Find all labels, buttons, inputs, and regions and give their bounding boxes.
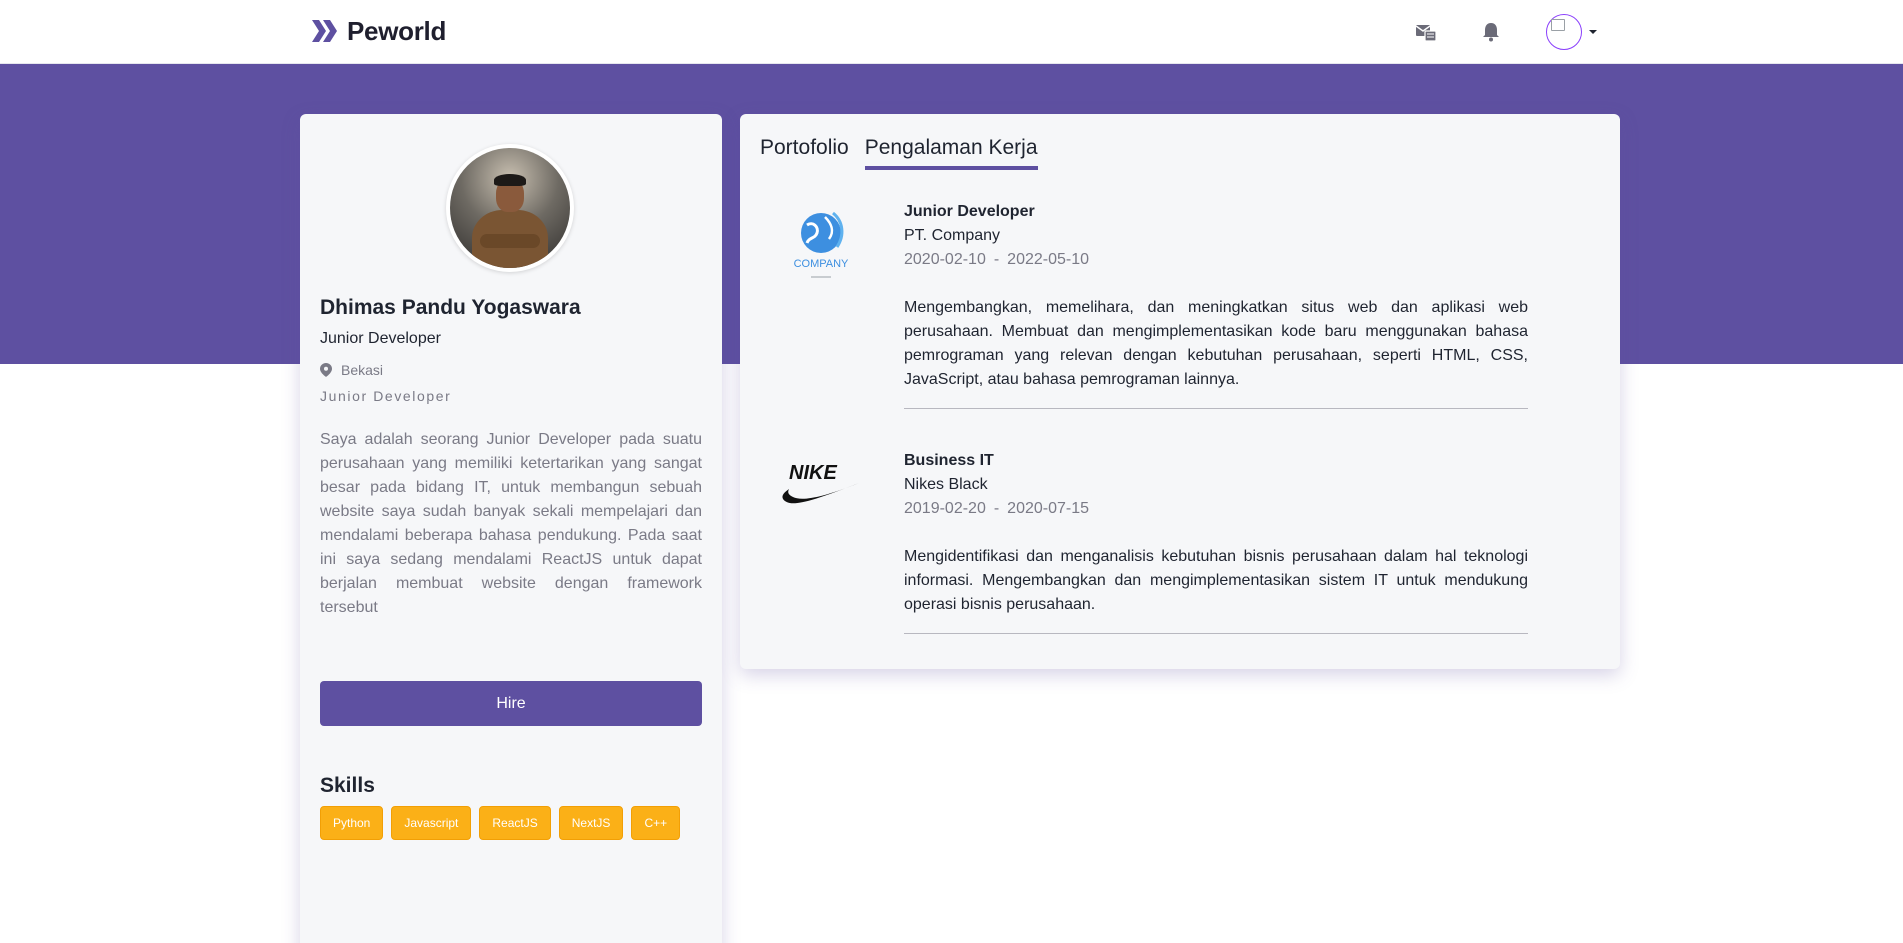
- profile-subrole: Junior Developer: [320, 388, 452, 404]
- skill-badge[interactable]: Javascript: [391, 806, 472, 840]
- divider: [904, 408, 1528, 409]
- profile-bio: Saya adalah seorang Junior Developer pad…: [320, 431, 702, 616]
- mail-icon[interactable]: [1412, 18, 1440, 46]
- bell-icon[interactable]: [1477, 18, 1505, 46]
- skill-badge[interactable]: ReactJS: [479, 806, 551, 840]
- location-text: Bekasi: [341, 362, 384, 378]
- company-logo: COMPANY: [776, 200, 866, 290]
- skills-title: Skills: [320, 774, 375, 797]
- experience-start-date: 2019-02-20: [904, 500, 986, 517]
- profile-role: Junior Developer: [320, 330, 441, 347]
- navbar: Peworld: [0, 0, 1903, 64]
- experience-end-date: 2020-07-15: [1007, 500, 1090, 517]
- chevron-down-icon[interactable]: [1586, 25, 1600, 39]
- date-separator: -: [993, 251, 1000, 268]
- brand-name: Peworld: [347, 15, 447, 46]
- user-avatar[interactable]: [1546, 14, 1582, 50]
- peworld-logo-icon: [310, 18, 340, 44]
- skill-badge[interactable]: Python: [320, 806, 384, 840]
- broken-image-icon: [1551, 19, 1565, 31]
- experience-dates: 2019-02-20 - 2020-07-15: [904, 497, 1528, 521]
- profile-name: Dhimas Pandu Yogaswara: [320, 296, 581, 319]
- svg-text:NIKE: NIKE: [789, 462, 837, 484]
- hire-button[interactable]: Hire: [320, 681, 702, 726]
- brand-home-link[interactable]: Peworld: [310, 14, 446, 48]
- experience-card: Portofolio Pengalaman Kerja COMPANY Juni…: [740, 114, 1620, 669]
- date-separator: -: [993, 500, 1000, 517]
- map-pin-icon: [320, 363, 332, 377]
- experience-company: PT. Company: [904, 227, 1001, 244]
- svg-text:COMPANY: COMPANY: [794, 258, 849, 270]
- tabs: Portofolio Pengalaman Kerja: [760, 136, 1038, 170]
- experience-start-date: 2020-02-10: [904, 251, 986, 268]
- company-logo: NIKE: [776, 439, 866, 529]
- skill-badge[interactable]: C++: [631, 806, 681, 840]
- experience-company: Nikes Black: [904, 476, 988, 493]
- profile-card: Dhimas Pandu Yogaswara Junior Developer …: [300, 114, 722, 943]
- experience-position: Junior Developer: [904, 203, 1035, 220]
- profile-photo: [446, 144, 574, 272]
- skills-list: Python Javascript ReactJS NextJS C++: [320, 806, 702, 840]
- tab-portofolio[interactable]: Portofolio: [760, 136, 849, 170]
- experience-end-date: 2022-05-10: [1007, 251, 1090, 268]
- experience-description: Mengembangkan, memelihara, dan meningkat…: [904, 299, 1528, 388]
- skill-badge[interactable]: NextJS: [558, 806, 624, 840]
- tab-pengalaman-kerja[interactable]: Pengalaman Kerja: [864, 136, 1038, 170]
- divider: [904, 633, 1528, 634]
- experience-description: Mengidentifikasi dan menganalisis kebutu…: [904, 548, 1528, 613]
- experience-dates: 2020-02-10 - 2022-05-10: [904, 248, 1528, 272]
- profile-location: Bekasi: [320, 362, 383, 378]
- experience-position: Business IT: [904, 452, 994, 469]
